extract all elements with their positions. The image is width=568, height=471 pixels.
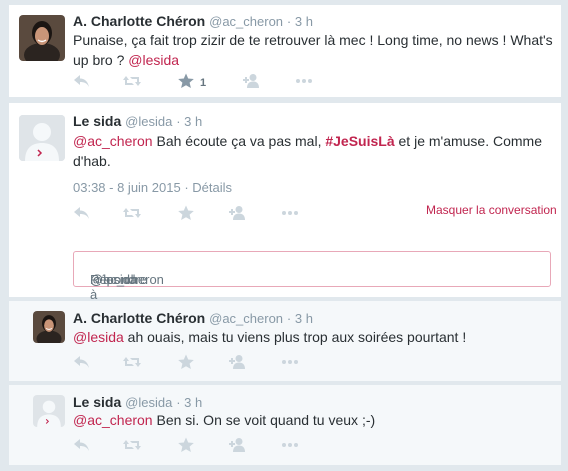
text-body: ah ouais, mais tu viens plus trop aux so…	[123, 329, 467, 345]
more-icon[interactable]	[281, 205, 301, 225]
favorite-count: 1	[200, 77, 207, 89]
tweet-header: A. Charlotte Chéron @ac_cheron · 3 h	[73, 310, 313, 326]
tweet-text: Punaise, ça fait trop zizir de te retrou…	[73, 30, 559, 70]
hide-conversation-link[interactable]: Masquer la conversation	[426, 203, 557, 217]
more-icon[interactable]	[295, 73, 315, 93]
conversation-timeline: A. Charlotte Chéron @ac_cheron · 3 h Pun…	[0, 0, 568, 471]
follow-icon[interactable]	[229, 205, 249, 225]
tweet-time[interactable]: · 3 h	[287, 311, 313, 326]
retweet-icon[interactable]	[123, 205, 143, 225]
text-body: Ben si. On se voit quand tu veux ;-)	[152, 412, 376, 428]
mention-link[interactable]: @ac_cheron	[73, 133, 153, 149]
tweet-header: Le sida @lesida · 3 h	[73, 394, 202, 410]
text-line-1: Punaise, ça fait trop zizir de te retrou…	[73, 32, 553, 48]
more-icon[interactable]	[281, 354, 301, 374]
text-part-1: Bah écoute ça va pas mal,	[152, 133, 326, 149]
tweet-text: @ac_cheron Bah écoute ça va pas mal, #Je…	[73, 131, 559, 171]
retweet-icon[interactable]	[123, 73, 143, 93]
author-name[interactable]: Le sida	[73, 113, 121, 129]
favorite-icon[interactable]	[177, 73, 197, 93]
author-handle[interactable]: @ac_cheron	[209, 14, 283, 29]
tweet-timestamp[interactable]: 03:38 - 8 juin 2015	[73, 180, 181, 195]
tweet-actions	[73, 354, 373, 374]
reply-input[interactable]: Répondre à @lesida @ac_cheron	[73, 251, 551, 302]
tweet-header: Le sida @lesida · 3 h	[73, 113, 202, 129]
text-part-3: d'hab.	[73, 153, 111, 169]
follow-icon[interactable]	[243, 73, 263, 93]
favorite-icon[interactable]	[177, 437, 197, 457]
author-handle[interactable]: @lesida	[125, 114, 172, 129]
tweet-time[interactable]: · 3 h	[287, 14, 313, 29]
avatar[interactable]	[33, 311, 65, 343]
favorite-icon[interactable]	[177, 205, 197, 225]
tweet-header: A. Charlotte Chéron @ac_cheron · 3 h	[73, 13, 313, 29]
tweet-meta: 03:38 - 8 juin 2015 · Détails	[73, 180, 232, 195]
reply-icon[interactable]	[73, 354, 93, 374]
reply-icon[interactable]	[73, 437, 93, 457]
follow-icon[interactable]	[229, 437, 249, 457]
text-part-2: et je m'amuse. Comme	[394, 133, 543, 149]
hashtag-link[interactable]: #JeSuisLà	[325, 133, 394, 149]
tweet-charlotte-1[interactable]: A. Charlotte Chéron @ac_cheron · 3 h Pun…	[8, 4, 562, 98]
tweet-text: @lesida ah ouais, mais tu viens plus tro…	[73, 327, 559, 347]
avatar[interactable]	[19, 115, 65, 161]
reply-icon[interactable]	[73, 205, 93, 225]
tweet-actions	[73, 205, 373, 225]
author-handle[interactable]: @ac_cheron	[209, 311, 283, 326]
tweet-lesida-2[interactable]: Le sida @lesida · 3 h @ac_cheron Ben si.…	[8, 384, 562, 466]
mention-link[interactable]: @ac_cheron	[73, 412, 153, 428]
retweet-icon[interactable]	[123, 437, 143, 457]
author-name[interactable]: A. Charlotte Chéron	[73, 13, 205, 29]
tweet-actions: 1	[73, 73, 373, 93]
tweet-time[interactable]: · 3 h	[176, 114, 202, 129]
avatar[interactable]	[33, 395, 65, 427]
mention-link[interactable]: @lesida	[128, 52, 179, 68]
follow-icon[interactable]	[229, 354, 249, 374]
details-link[interactable]: · Détails	[184, 180, 232, 195]
author-name[interactable]: A. Charlotte Chéron	[73, 310, 205, 326]
text-line-2: up bro ?	[73, 52, 129, 68]
tweet-text: @ac_cheron Ben si. On se voit quand tu v…	[73, 410, 559, 430]
tweet-actions	[73, 437, 373, 457]
author-handle[interactable]: @lesida	[125, 395, 172, 410]
mention-link[interactable]: @lesida	[73, 329, 124, 345]
author-name[interactable]: Le sida	[73, 394, 121, 410]
avatar[interactable]	[19, 15, 65, 61]
tweet-charlotte-2[interactable]: A. Charlotte Chéron @ac_cheron · 3 h @le…	[8, 300, 562, 382]
favorite-icon[interactable]	[177, 354, 197, 374]
more-icon[interactable]	[281, 437, 301, 457]
reply-mention-2: @ac_cheron	[90, 272, 164, 287]
reply-icon[interactable]	[73, 73, 93, 93]
tweet-time[interactable]: · 3 h	[176, 395, 202, 410]
retweet-icon[interactable]	[123, 354, 143, 374]
